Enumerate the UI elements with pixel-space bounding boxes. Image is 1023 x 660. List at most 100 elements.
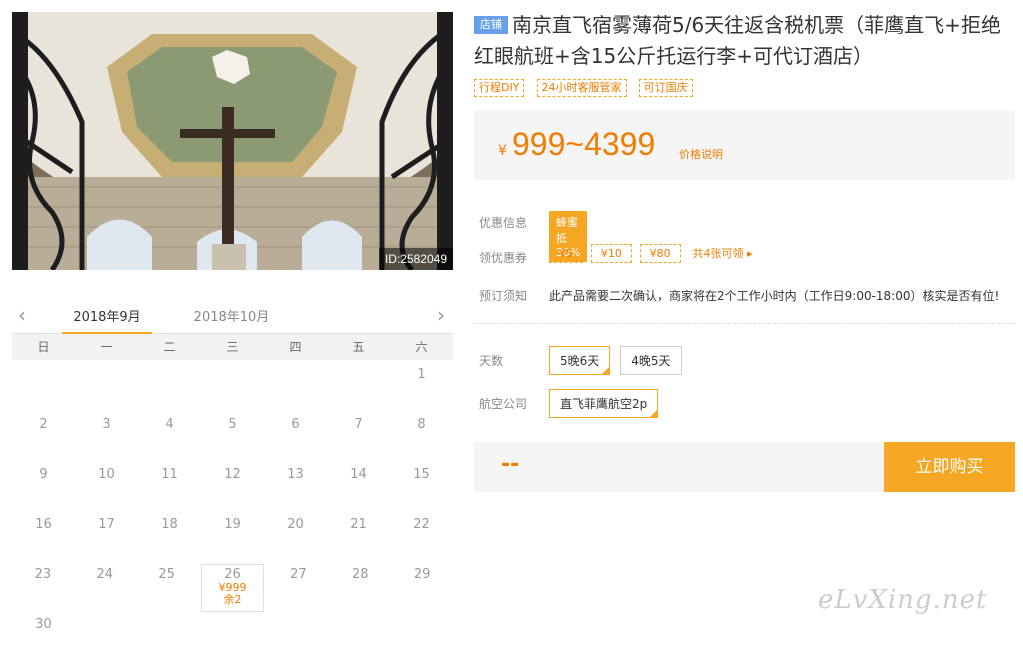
calendar-day[interactable]: 13 [264,460,327,510]
calendar-day-number: 29 [413,567,431,582]
calendar-empty-cell [390,610,453,660]
calendar-weekday-header: 日 一 二 三 四 五 六 [12,334,453,360]
option-airline-philippine[interactable]: 直飞菲鹰航空2p [549,389,659,418]
price-range: 999~4399 [512,126,656,162]
calendar-empty-cell [138,360,201,410]
calendar-day[interactable]: 17 [75,510,138,560]
calendar-day-number: 1 [417,367,426,382]
calendar-week-row: 30 [12,610,453,660]
calendar-day-number: 6 [291,417,300,432]
price-box: ¥ 999~4399 价格说明 [474,110,1015,180]
shop-badge[interactable]: 店铺 [474,16,508,34]
calendar-week-row: 23 24 25 26 ¥999 余2 27 28 29 [12,560,453,612]
calendar-day[interactable]: 7 [327,410,390,460]
calendar-empty-cell [12,360,75,410]
coupon-80[interactable]: ¥80 [639,244,681,263]
weekday-label: 六 [415,340,428,354]
calendar-day[interactable]: 6 [264,410,327,460]
calendar-day-number: 5 [228,417,237,432]
calendar-day[interactable]: 12 [201,460,264,510]
calendar-day-number: 28 [351,567,369,582]
calendar-day-number: 25 [158,567,175,582]
coupon-10[interactable]: ¥10 [590,244,632,263]
calendar-day-number: 20 [287,517,304,532]
section-divider [474,323,1015,324]
coupon-label: 领优惠券 [479,251,528,265]
chevron-left-icon[interactable]: ‹ [18,303,26,327]
booking-label: 预订须知 [479,289,528,303]
calendar-week-row: 16 17 18 19 20 21 22 [12,510,453,560]
product-title: 店铺 南京直飞宿雾薄荷5/6天往返含税机票（菲鹰直飞+拒绝红眼航班+含15公斤托运… [474,10,1015,72]
calendar-day[interactable]: 19 [201,510,264,560]
calendar-day-number: 17 [98,517,115,532]
price-note-link[interactable]: 价格说明 [679,146,723,162]
weekday-label: 二 [163,340,176,354]
buy-now-button[interactable]: 立即购买 [884,442,1015,492]
calendar-day[interactable]: 11 [138,460,201,510]
calendar-day[interactable]: 24 [74,560,136,610]
calendar-day-selected[interactable]: 26 ¥999 余2 [200,564,265,612]
calendar-day[interactable]: 30 [12,610,75,660]
option-5n6d[interactable]: 5晚6天 [549,346,611,375]
calendar-day-number: 16 [35,517,52,532]
tag-service: 24小时客服管家 [536,79,627,97]
calendar-day[interactable]: 2 [12,410,75,460]
calendar-day[interactable]: 10 [75,460,138,510]
calendar-day-number: 26 [224,567,241,582]
product-image: ID:2582049 [12,12,453,270]
days-options: 5晚6天 4晚5天 [549,346,692,375]
calendar-day[interactable]: 22 [390,510,453,560]
calendar-day[interactable]: 4 [138,410,201,460]
calendar-day[interactable]: 23 [12,560,74,610]
chapel-photo [12,12,453,270]
product-info: 店铺 南京直飞宿雾薄荷5/6天往返含税机票（菲鹰直飞+拒绝红眼航班+含15公斤托运… [474,10,1015,98]
coupon-5[interactable]: ¥5 [549,244,583,263]
calendar-day[interactable]: 9 [12,460,75,510]
calendar-day-number: 19 [224,517,241,532]
calendar-empty-cell [138,610,201,660]
calendar-day[interactable]: 28 [329,560,391,610]
price-currency: ¥ [498,143,507,159]
calendar-day-number: 8 [417,417,426,432]
coupon-more-link[interactable]: 共4张可领 ▸ [692,247,752,260]
calendar-day[interactable]: 29 [391,560,453,610]
calendar-day[interactable]: 3 [75,410,138,460]
calendar-day[interactable]: 14 [327,460,390,510]
calendar-day-number: 22 [413,517,430,532]
tag-diy: 行程DIY [474,79,525,97]
calendar-day[interactable]: 5 [201,410,264,460]
calendar-day[interactable]: 15 [390,460,453,510]
weekday-label: 四 [289,340,302,354]
total-price: -- [501,452,520,477]
calendar-day[interactable]: 20 [264,510,327,560]
calendar-day[interactable]: 18 [138,510,201,560]
calendar-day-number: 24 [96,567,114,582]
booking-notice: 此产品需要二次确认，商家将在2个工作小时内（工作日9:00-18:00）核实是否… [549,289,1000,303]
calendar-day[interactable]: 21 [327,510,390,560]
calendar-day-number: 2 [39,417,48,432]
calendar-day[interactable]: 25 [136,560,198,610]
calendar-empty-cell [264,360,327,410]
chevron-right-icon[interactable]: › [437,303,445,327]
calendar-day-number: 30 [35,617,52,632]
calendar-week-row: 1 [12,360,453,410]
calendar-empty-cell [201,360,264,410]
calendar-empty-cell [327,610,390,660]
buy-bar: -- 立即购买 [474,442,1015,492]
days-label: 天数 [479,354,504,368]
weekday-label: 一 [100,340,113,354]
weekday-label: 日 [37,340,50,354]
calendar-day-number: 27 [290,567,307,582]
calendar-day[interactable]: 8 [390,410,453,460]
calendar-day[interactable]: 27 [267,560,329,610]
calendar-empty-cell [327,360,390,410]
calendar-day-number: 18 [161,517,178,532]
calendar-day-number: 7 [354,417,363,432]
calendar-day-number: 3 [102,417,111,432]
tab-month-october[interactable]: 2018年10月 [184,306,279,334]
tab-month-september[interactable]: 2018年9月 [62,306,152,334]
calendar-day[interactable]: 1 [390,360,453,410]
calendar-day[interactable]: 16 [12,510,75,560]
image-id-label: ID:2582049 [378,248,453,270]
option-4n5d[interactable]: 4晚5天 [620,346,682,375]
